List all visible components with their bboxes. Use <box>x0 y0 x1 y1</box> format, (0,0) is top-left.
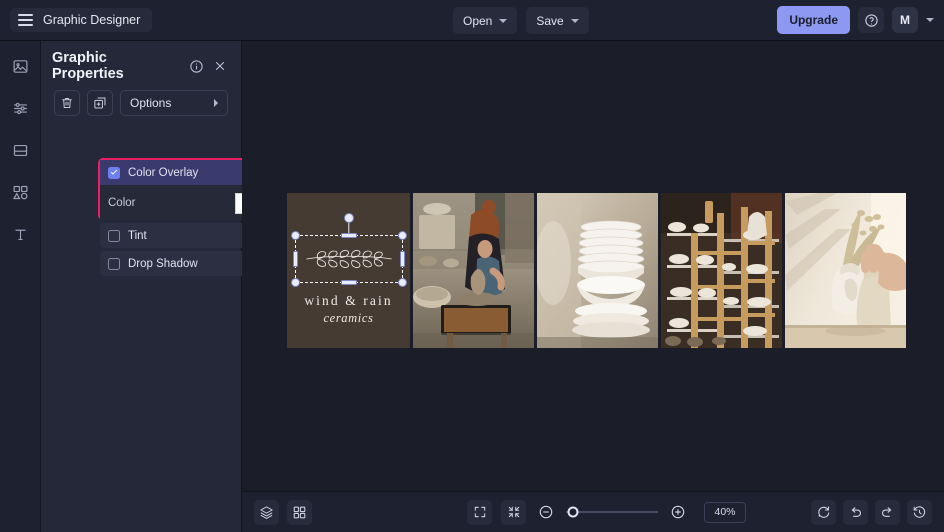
canvas-area[interactable]: wind & rain ceramics <box>242 41 944 491</box>
chevron-down-icon <box>499 18 508 23</box>
sidebar-item-adjustments[interactable] <box>5 93 35 123</box>
app-title: Graphic Designer <box>43 13 141 27</box>
color-overlay-section: Color Overlay Color <box>100 160 264 220</box>
options-label: Options <box>130 96 172 110</box>
panel-header: Graphic Properties <box>41 49 241 83</box>
selection-box[interactable] <box>291 213 407 287</box>
undo-icon[interactable] <box>843 499 868 525</box>
info-icon[interactable] <box>186 56 206 76</box>
history-controls <box>811 499 932 525</box>
bottom-bar: 40% <box>242 491 944 532</box>
close-icon[interactable] <box>210 56 230 76</box>
tool-rail <box>0 41 41 532</box>
logo-line-1: wind & rain <box>304 293 393 308</box>
history-icon[interactable] <box>907 499 932 525</box>
sidebar-item-text[interactable] <box>5 219 35 249</box>
upgrade-button[interactable]: Upgrade <box>777 6 850 34</box>
tint-checkbox[interactable] <box>108 229 120 242</box>
open-button[interactable]: Open <box>453 7 518 34</box>
sidebar-item-shapes[interactable] <box>5 177 35 207</box>
pottery-shelves-image <box>661 193 782 348</box>
open-label: Open <box>463 13 493 28</box>
section-label: Color Overlay <box>128 166 199 179</box>
help-circle-icon[interactable] <box>858 7 884 33</box>
color-field-row: Color <box>100 186 264 220</box>
logo-panel[interactable]: wind & rain ceramics <box>287 193 410 348</box>
artboard[interactable]: wind & rain ceramics <box>287 193 906 348</box>
drop-shadow-checkbox[interactable] <box>108 257 120 270</box>
duplicate-icon[interactable] <box>87 90 113 116</box>
bottom-left-group <box>254 499 312 525</box>
hand-with-vase-image <box>785 193 906 348</box>
laurel-branch-icon <box>306 250 392 268</box>
chevron-down-icon[interactable] <box>926 18 934 22</box>
sidebar-item-image[interactable] <box>5 51 35 81</box>
save-button[interactable]: Save <box>526 7 589 34</box>
rotation-handle[interactable] <box>344 213 354 223</box>
color-field-label: Color <box>108 197 136 209</box>
section-header-drop-shadow[interactable]: Drop Shadow <box>100 251 264 276</box>
stacked-white-bowls-image <box>537 193 658 348</box>
plus-circle-icon[interactable] <box>667 501 689 523</box>
photo-hand-with-vase[interactable] <box>785 193 906 348</box>
photo-stacked-white-bowls[interactable] <box>537 193 658 348</box>
zoom-level-value[interactable]: 40% <box>704 501 746 523</box>
section-header-color-overlay[interactable]: Color Overlay <box>100 160 264 185</box>
hamburger-icon <box>18 14 33 26</box>
avatar[interactable]: M <box>892 7 918 33</box>
grid-icon[interactable] <box>287 499 312 525</box>
color-overlay-checkbox[interactable] <box>108 166 120 179</box>
logo-line-2: ceramics <box>323 311 374 325</box>
section-label: Drop Shadow <box>128 257 198 270</box>
collapse-icon[interactable] <box>501 499 526 525</box>
zoom-slider-thumb[interactable] <box>567 506 579 518</box>
app-menu-button[interactable]: Graphic Designer <box>10 8 153 32</box>
section-label: Tint <box>128 229 147 242</box>
chevron-down-icon <box>570 18 579 23</box>
layers-icon[interactable] <box>254 499 279 525</box>
page-title: Graphic Properties <box>52 50 124 82</box>
potter-at-wheel-image <box>413 193 534 348</box>
reset-icon[interactable] <box>811 499 836 525</box>
section-header-tint[interactable]: Tint <box>100 223 264 248</box>
save-label: Save <box>536 13 564 28</box>
check-icon <box>110 168 118 175</box>
zoom-controls: 40% <box>467 499 746 525</box>
trash-icon[interactable] <box>54 90 80 116</box>
photo-pottery-shelves[interactable] <box>661 193 782 348</box>
file-menu-group: Open Save <box>453 7 589 34</box>
redo-icon[interactable] <box>875 499 900 525</box>
zoom-slider[interactable] <box>566 506 658 518</box>
account-group: Upgrade M <box>777 6 934 34</box>
top-bar: Graphic Designer Open Save Upgrade M <box>0 0 944 41</box>
fit-to-screen-icon[interactable] <box>467 499 492 525</box>
properties-panel: Graphic Properties Options Color Overlay… <box>41 41 266 532</box>
app-root: Graphic Designer Open Save Upgrade M Gra… <box>0 0 944 532</box>
chevron-right-icon <box>214 99 218 107</box>
sidebar-item-layout[interactable] <box>5 135 35 165</box>
photo-potter-at-wheel[interactable] <box>413 193 534 348</box>
panel-toolbar: Options <box>41 90 241 116</box>
minus-circle-icon[interactable] <box>535 501 557 523</box>
options-button[interactable]: Options <box>120 90 228 116</box>
other-effects-list: Tint Drop Shadow <box>100 223 264 279</box>
